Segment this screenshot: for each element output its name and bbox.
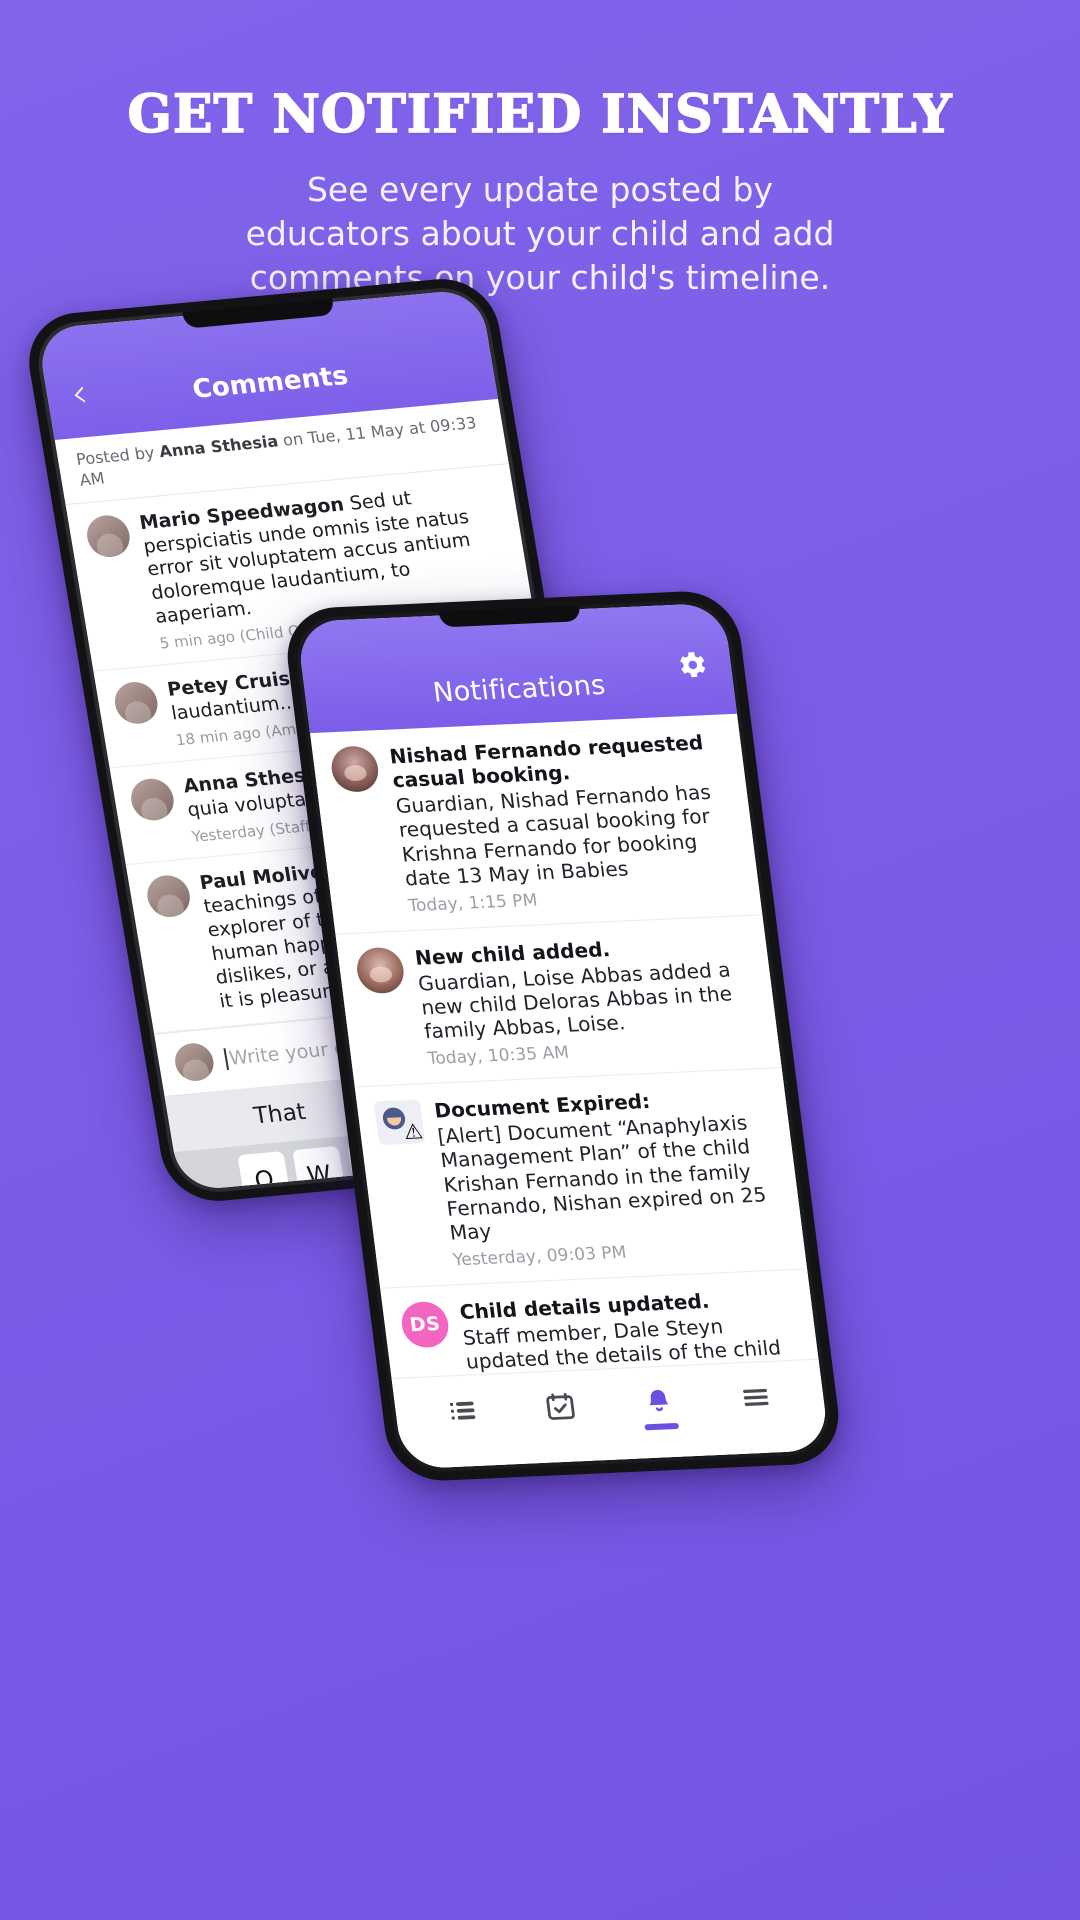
avatar xyxy=(111,680,161,726)
notification-description: Guardian, Nishad Fernando has requested … xyxy=(394,779,713,891)
tab-menu[interactable] xyxy=(722,1381,792,1427)
tab-list[interactable] xyxy=(429,1394,499,1440)
avatar: DS xyxy=(399,1300,451,1349)
avatar xyxy=(127,777,177,823)
avatar xyxy=(354,946,407,994)
notification-icon xyxy=(354,946,416,1071)
phone-mockup-notifications: Notifications Nishad Fernando requested … xyxy=(281,589,845,1483)
avatar xyxy=(144,873,194,919)
avatar xyxy=(172,1041,217,1083)
notification-description: [Alert] Document “Anaphylaxis Management… xyxy=(436,1110,768,1245)
tab-calendar[interactable] xyxy=(527,1390,597,1436)
tab-notifications[interactable] xyxy=(624,1386,694,1432)
page-subtitle: See every update posted by educators abo… xyxy=(245,170,835,297)
posted-by-name: Anna Sthesia xyxy=(157,431,280,462)
list-item[interactable]: New child added. Guardian, Loise Abbas a… xyxy=(335,914,782,1088)
promo-page: GET NOTIFIED INSTANTLY See every update … xyxy=(0,0,1080,1920)
notifications-screen: Notifications Nishad Fernando requested … xyxy=(296,602,830,1470)
notification-icon xyxy=(328,745,397,918)
key-q[interactable]: Q xyxy=(236,1150,292,1192)
bottom-tab-bar xyxy=(391,1358,830,1470)
avatar xyxy=(83,513,133,559)
phone-bezel: Notifications Nishad Fernando requested … xyxy=(291,598,835,1474)
page-title: GET NOTIFIED INSTANTLY xyxy=(127,83,953,146)
notification-icon: ⚠ xyxy=(373,1099,442,1273)
gear-icon[interactable] xyxy=(672,647,710,682)
notifications-list: Nishad Fernando requested casual booking… xyxy=(310,713,830,1470)
document-alert-icon: ⚠ xyxy=(373,1099,426,1145)
list-item[interactable]: Nishad Fernando requested casual booking… xyxy=(310,713,763,935)
notification-description: Guardian, Loise Abbas added a new child … xyxy=(416,957,734,1044)
notifications-title: Notifications xyxy=(431,669,608,709)
list-item[interactable]: ⚠ Document Expired: [Alert] Document “An… xyxy=(354,1067,808,1289)
avatar xyxy=(328,745,381,793)
key-w[interactable]: W xyxy=(291,1145,347,1192)
posted-by-prefix: Posted by xyxy=(74,442,156,469)
